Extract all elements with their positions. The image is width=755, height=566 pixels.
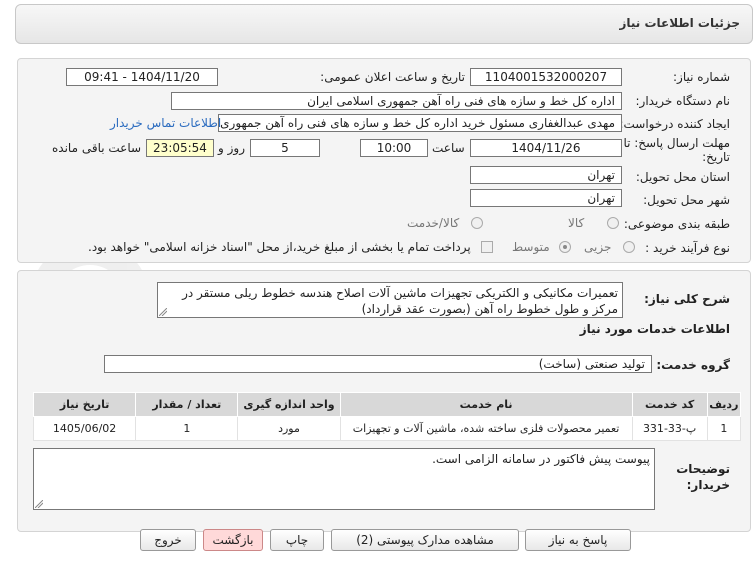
process-medium-label: متوسط bbox=[512, 240, 550, 254]
category-goods-radio[interactable] bbox=[607, 217, 619, 229]
process-minor-label: جزیی bbox=[584, 240, 612, 254]
cell-unit: مورد bbox=[237, 416, 341, 441]
category-goods-label: کالا bbox=[568, 216, 585, 230]
city-field: تهران bbox=[470, 189, 622, 207]
process-medium-radio[interactable] bbox=[559, 241, 571, 253]
view-attachments-button[interactable]: مشاهده مدارک پیوستی (2) bbox=[331, 529, 519, 551]
category-goods-service-radio[interactable] bbox=[471, 217, 483, 229]
col-service-name-header: نام خدمت bbox=[339, 392, 633, 417]
services-table: ردیف کد خدمت نام خدمت واحد اندازه گیری ت… bbox=[32, 392, 742, 441]
deadline-time-label: ساعت bbox=[432, 141, 465, 155]
buyer-notes-textarea: پیوست پیش فاکتور در سامانه الزامی است. bbox=[33, 448, 655, 510]
buyer-org-field: اداره کل خط و سازه های فنی راه آهن جمهور… bbox=[171, 92, 622, 110]
reply-button[interactable]: پاسخ به نیاز bbox=[525, 529, 631, 551]
buyer-notes-text: پیوست پیش فاکتور در سامانه الزامی است. bbox=[432, 452, 650, 466]
category-goods-service-label: کالا/خدمت bbox=[407, 216, 460, 230]
col-need-date-header: تاریخ نیاز bbox=[32, 392, 137, 417]
remaining-time-label: ساعت باقی مانده bbox=[52, 141, 142, 155]
deadline-label-2: تاریخ: bbox=[702, 150, 730, 164]
requester-field: مهدی عبدالغفاری مسئول خرید اداره کل خط و… bbox=[218, 114, 622, 132]
process-minor-radio[interactable] bbox=[623, 241, 635, 253]
page-title: جزئیات اطلاعات نیاز bbox=[619, 16, 740, 30]
category-label: طبقه بندی موضوعی: bbox=[623, 217, 730, 231]
province-label: استان محل تحویل: bbox=[635, 170, 730, 184]
summary-text: تعمیرات مکانیکی و الکتریکی تجهیزات ماشین… bbox=[182, 286, 618, 316]
resize-grip-icon[interactable] bbox=[159, 308, 167, 316]
deadline-days-label: روز و bbox=[218, 141, 245, 155]
need-number-field: 1104001532000207 bbox=[470, 68, 622, 86]
cell-service-name: تعمیر محصولات فلزی ساخته شده، ماشین آلات… bbox=[339, 416, 633, 441]
announce-date-field: 1404/11/20 - 09:41 bbox=[66, 68, 218, 86]
print-button[interactable]: چاپ bbox=[270, 529, 324, 551]
cell-quantity: 1 bbox=[135, 416, 239, 441]
announce-date-label: تاریخ و ساعت اعلان عمومی: bbox=[320, 70, 465, 84]
need-details-panel bbox=[17, 58, 751, 263]
remaining-time-field: 23:05:54 bbox=[146, 139, 214, 157]
deadline-days-field: 5 bbox=[250, 139, 320, 157]
summary-label: شرح کلی نیاز: bbox=[644, 292, 730, 306]
requester-label: ایجاد کننده درخواست: bbox=[619, 117, 730, 131]
col-quantity-header: تعداد / مقدار bbox=[135, 392, 239, 417]
buyer-notes-label-2: خریدار: bbox=[686, 478, 730, 492]
exit-button[interactable]: خروج bbox=[140, 529, 196, 551]
treasury-payment-note: پرداخت تمام یا بخشی از مبلغ خرید،از محل … bbox=[88, 240, 471, 254]
process-label: نوع فرآیند خرید : bbox=[645, 241, 730, 255]
resize-grip-icon[interactable] bbox=[35, 500, 43, 508]
cell-row-number: 1 bbox=[706, 416, 742, 441]
page-header: جزئیات اطلاعات نیاز bbox=[15, 4, 753, 44]
service-group-label: گروه خدمت: bbox=[656, 358, 730, 372]
table-row: 1 پ-33-331 تعمیر محصولات فلزی ساخته شده،… bbox=[32, 416, 742, 441]
buyer-notes-label: توضیحات bbox=[676, 462, 730, 476]
col-row-header: ردیف bbox=[706, 392, 742, 417]
deadline-time-field: 10:00 bbox=[360, 139, 428, 157]
col-unit-header: واحد اندازه گیری bbox=[237, 392, 341, 417]
buyer-org-label: نام دستگاه خریدار: bbox=[635, 94, 731, 108]
deadline-date-field: 1404/11/26 bbox=[470, 139, 622, 157]
treasury-payment-checkbox[interactable] bbox=[481, 241, 493, 253]
cell-service-code: پ-33-331 bbox=[631, 416, 708, 441]
cell-need-date: 1405/06/02 bbox=[32, 416, 137, 441]
deadline-label: مهلت ارسال پاسخ: تا bbox=[623, 136, 730, 150]
table-header-row: ردیف کد خدمت نام خدمت واحد اندازه گیری ت… bbox=[32, 392, 742, 417]
city-label: شهر محل تحویل: bbox=[643, 193, 730, 207]
back-button[interactable]: بازگشت bbox=[203, 529, 263, 551]
buyer-contact-link[interactable]: اطلاعات تماس خریدار bbox=[110, 116, 221, 130]
services-heading: اطلاعات خدمات مورد نیاز bbox=[579, 322, 730, 336]
province-field: تهران bbox=[470, 166, 622, 184]
col-service-code-header: کد خدمت bbox=[631, 392, 708, 417]
summary-textarea: تعمیرات مکانیکی و الکتریکی تجهیزات ماشین… bbox=[157, 282, 623, 318]
need-number-label: شماره نیاز: bbox=[673, 70, 730, 84]
service-group-field: تولید صنعتی (ساخت) bbox=[104, 355, 652, 373]
